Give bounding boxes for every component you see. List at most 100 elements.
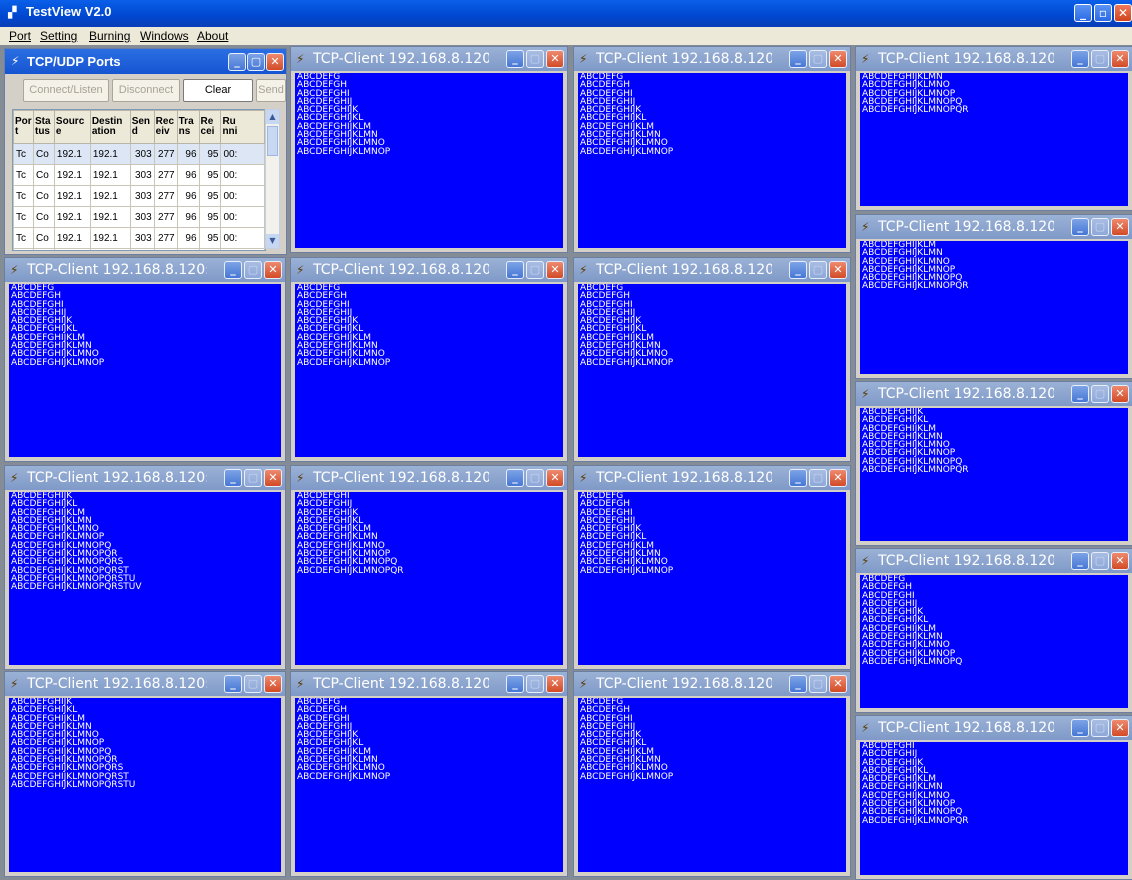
close-icon[interactable]: ✕ xyxy=(546,675,564,693)
ports-maximize-icon[interactable]: ▢ xyxy=(247,53,265,71)
tcp-client-output[interactable]: ABCDEFGHIJKLM ABCDEFGHIJKLMN ABCDEFGHIJKLM… xyxy=(860,241,1128,374)
minimize-icon[interactable]: _ xyxy=(789,261,807,279)
close-icon[interactable]: ✕ xyxy=(829,261,847,279)
tcp-client-output[interactable]: ABCDEFG ABCDEFGH ABCDEFGHI ABCDEFGHIJ ABCDEF… xyxy=(578,284,846,457)
maximize-icon[interactable]: ▢ xyxy=(244,675,262,693)
minimize-icon[interactable]: _ xyxy=(506,675,524,693)
close-icon[interactable]: ✕ xyxy=(829,50,847,68)
maximize-icon[interactable]: ▢ xyxy=(1091,385,1109,403)
tcp-client-output[interactable]: ABCDEFG ABCDEFGH ABCDEFGHI ABCDEFGHIJ ABCDEF… xyxy=(295,698,563,872)
close-icon[interactable]: ✕ xyxy=(829,469,847,487)
clear-button[interactable]: Clear xyxy=(183,79,253,102)
minimize-icon[interactable]: _ xyxy=(1071,50,1089,68)
tcp-client-titlebar[interactable]: ⚡ TCP-Client 192.168.8.120:40... _▢✕ xyxy=(5,466,285,490)
close-icon[interactable]: ✕ xyxy=(1111,552,1129,570)
minimize-icon[interactable]: _ xyxy=(506,50,524,68)
table-row[interactable]: TcCo192.1192.1303277969500: xyxy=(13,143,265,165)
minimize-icon[interactable]: _ xyxy=(1071,218,1089,236)
tcp-client-titlebar[interactable]: ⚡ TCP-Client 192.168.8.120:40... _▢✕ xyxy=(574,47,850,71)
disconnect-button[interactable]: Disconnect xyxy=(112,79,180,102)
maximize-icon[interactable]: ▢ xyxy=(1091,218,1109,236)
ports-minimize-icon[interactable]: _ xyxy=(228,53,246,71)
tcp-client-output[interactable]: ABCDEFG ABCDEFGH ABCDEFGHI ABCDEFGHIJ ABCDEF… xyxy=(295,284,563,457)
restore-icon[interactable]: ▫ xyxy=(1094,4,1112,22)
scroll-up-icon[interactable]: ▲ xyxy=(266,110,279,124)
maximize-icon[interactable]: ▢ xyxy=(526,261,544,279)
ports-titlebar[interactable]: ⚡ TCP/UDP Ports _ ▢ ✕ xyxy=(5,49,286,74)
tcp-client-titlebar[interactable]: ⚡ TCP-Client 192.168.8.120:40... _▢✕ xyxy=(291,672,567,696)
tcp-client-output[interactable]: ABCDEFGHIJKLMN ABCDEFGHIJKLMNO ABCDEFGHIJK… xyxy=(860,73,1128,206)
column-header[interactable]: Sourc e xyxy=(53,110,91,144)
tcp-client-output[interactable]: ABCDEFG ABCDEFGH ABCDEFGHI ABCDEFGHIJ ABCDEF… xyxy=(295,73,563,248)
tcp-client-titlebar[interactable]: ⚡ TCP-Client 192.168.8.120:40... _▢✕ xyxy=(856,716,1132,740)
minimize-icon[interactable]: _ xyxy=(224,675,242,693)
tcp-client-output[interactable]: ABCDEFGHIJK ABCDEFGHIJKL ABCDEFGHIJKLM ABCD… xyxy=(9,698,281,872)
tcp-client-titlebar[interactable]: ⚡ TCP-Client 192.168.8.120:40... _▢✕ xyxy=(574,672,850,696)
close-icon[interactable]: ✕ xyxy=(1114,4,1132,22)
close-icon[interactable]: ✕ xyxy=(546,469,564,487)
tcp-client-output[interactable]: ABCDEFG ABCDEFGH ABCDEFGHI ABCDEFGHIJ ABCDEF… xyxy=(578,73,846,248)
tcp-client-output[interactable]: ABCDEFG ABCDEFGH ABCDEFGHI ABCDEFGHIJ ABCDEF… xyxy=(578,698,846,872)
minimize-icon[interactable]: _ xyxy=(506,469,524,487)
column-header[interactable]: Re cei xyxy=(198,110,222,144)
menu-burning[interactable]: Burning xyxy=(89,29,130,43)
tcp-client-titlebar[interactable]: ⚡ TCP-Client 192.168.8.120:40... _▢✕ xyxy=(856,549,1132,573)
tcp-client-output[interactable]: ABCDEFGHI ABCDEFGHIJ ABCDEFGHIJK ABCDEFGHIJ… xyxy=(860,742,1128,875)
close-icon[interactable]: ✕ xyxy=(546,50,564,68)
tcp-client-output[interactable]: ABCDEFGHIJK ABCDEFGHIJKL ABCDEFGHIJKLM ABCD… xyxy=(9,492,281,665)
ports-table-scrollbar[interactable]: ▲ ▼ xyxy=(265,109,280,249)
column-header[interactable]: Ru nni xyxy=(220,110,265,144)
minimize-icon[interactable]: _ xyxy=(789,469,807,487)
tcp-client-titlebar[interactable]: ⚡ TCP-Client 192.168.8.120:40... _▢✕ xyxy=(291,466,567,490)
menu-setting[interactable]: Setting xyxy=(40,29,77,43)
maximize-icon[interactable]: ▢ xyxy=(244,261,262,279)
table-row[interactable]: TcCo192.1192.1303277969500: xyxy=(13,248,265,250)
minimize-icon[interactable]: _ xyxy=(1074,4,1092,22)
send-button[interactable]: Send xyxy=(256,79,286,102)
maximize-icon[interactable]: ▢ xyxy=(809,50,827,68)
tcp-client-titlebar[interactable]: ⚡ TCP-Client 192.168.8.120:40... _▢✕ xyxy=(574,258,850,282)
tcp-client-output[interactable]: ABCDEFG ABCDEFGH ABCDEFGHI ABCDEFGHIJ ABCDEF… xyxy=(860,575,1128,708)
minimize-icon[interactable]: _ xyxy=(789,50,807,68)
close-icon[interactable]: ✕ xyxy=(546,261,564,279)
minimize-icon[interactable]: _ xyxy=(1071,552,1089,570)
column-header[interactable]: Tra ns xyxy=(176,110,200,144)
maximize-icon[interactable]: ▢ xyxy=(809,261,827,279)
minimize-icon[interactable]: _ xyxy=(1071,385,1089,403)
menu-port[interactable]: Port xyxy=(9,29,31,43)
minimize-icon[interactable]: _ xyxy=(224,261,242,279)
tcp-client-titlebar[interactable]: ⚡ TCP-Client 192.168.8.120:40... _▢✕ xyxy=(856,215,1132,239)
table-row[interactable]: TcCo192.1192.1303277969500: xyxy=(13,227,265,249)
maximize-icon[interactable]: ▢ xyxy=(1091,552,1109,570)
maximize-icon[interactable]: ▢ xyxy=(526,50,544,68)
tcp-client-titlebar[interactable]: ⚡ TCP-Client 192.168.8.120:40... _▢✕ xyxy=(5,258,285,282)
column-header[interactable]: Por t xyxy=(13,110,34,144)
menu-windows[interactable]: Windows xyxy=(140,29,189,43)
close-icon[interactable]: ✕ xyxy=(264,675,282,693)
table-row[interactable]: TcCo192.1192.1303277969500: xyxy=(13,164,265,186)
close-icon[interactable]: ✕ xyxy=(1111,719,1129,737)
maximize-icon[interactable]: ▢ xyxy=(809,675,827,693)
maximize-icon[interactable]: ▢ xyxy=(809,469,827,487)
tcp-client-titlebar[interactable]: ⚡ TCP-Client 192.168.8.120:40... _▢✕ xyxy=(856,382,1132,406)
close-icon[interactable]: ✕ xyxy=(1111,385,1129,403)
tcp-client-output[interactable]: ABCDEFG ABCDEFGH ABCDEFGHI ABCDEFGHIJ ABCDEF… xyxy=(9,284,281,457)
tcp-client-titlebar[interactable]: ⚡ TCP-Client 192.168.8.120:40... _▢✕ xyxy=(291,47,567,71)
column-header[interactable]: Sen d xyxy=(129,110,155,144)
tcp-client-output[interactable]: ABCDEFGHI ABCDEFGHIJ ABCDEFGHIJK ABCDEFGHIJ… xyxy=(295,492,563,665)
minimize-icon[interactable]: _ xyxy=(1071,719,1089,737)
close-icon[interactable]: ✕ xyxy=(829,675,847,693)
tcp-client-output[interactable]: ABCDEFGHIJK ABCDEFGHIJKL ABCDEFGHIJKLM ABCD… xyxy=(860,408,1128,541)
close-icon[interactable]: ✕ xyxy=(264,469,282,487)
ports-close-icon[interactable]: ✕ xyxy=(266,53,284,71)
close-icon[interactable]: ✕ xyxy=(1111,218,1129,236)
column-header[interactable]: Sta tus xyxy=(32,110,55,144)
table-row[interactable]: TcCo192.1192.1303277969500: xyxy=(13,185,265,207)
column-header[interactable]: Destin ation xyxy=(89,110,131,144)
maximize-icon[interactable]: ▢ xyxy=(1091,719,1109,737)
tcp-client-output[interactable]: ABCDEFG ABCDEFGH ABCDEFGHI ABCDEFGHIJ ABCDEF… xyxy=(578,492,846,665)
scroll-down-icon[interactable]: ▼ xyxy=(266,234,279,248)
table-row[interactable]: TcCo192.1192.1303277969500: xyxy=(13,206,265,228)
close-icon[interactable]: ✕ xyxy=(264,261,282,279)
minimize-icon[interactable]: _ xyxy=(506,261,524,279)
